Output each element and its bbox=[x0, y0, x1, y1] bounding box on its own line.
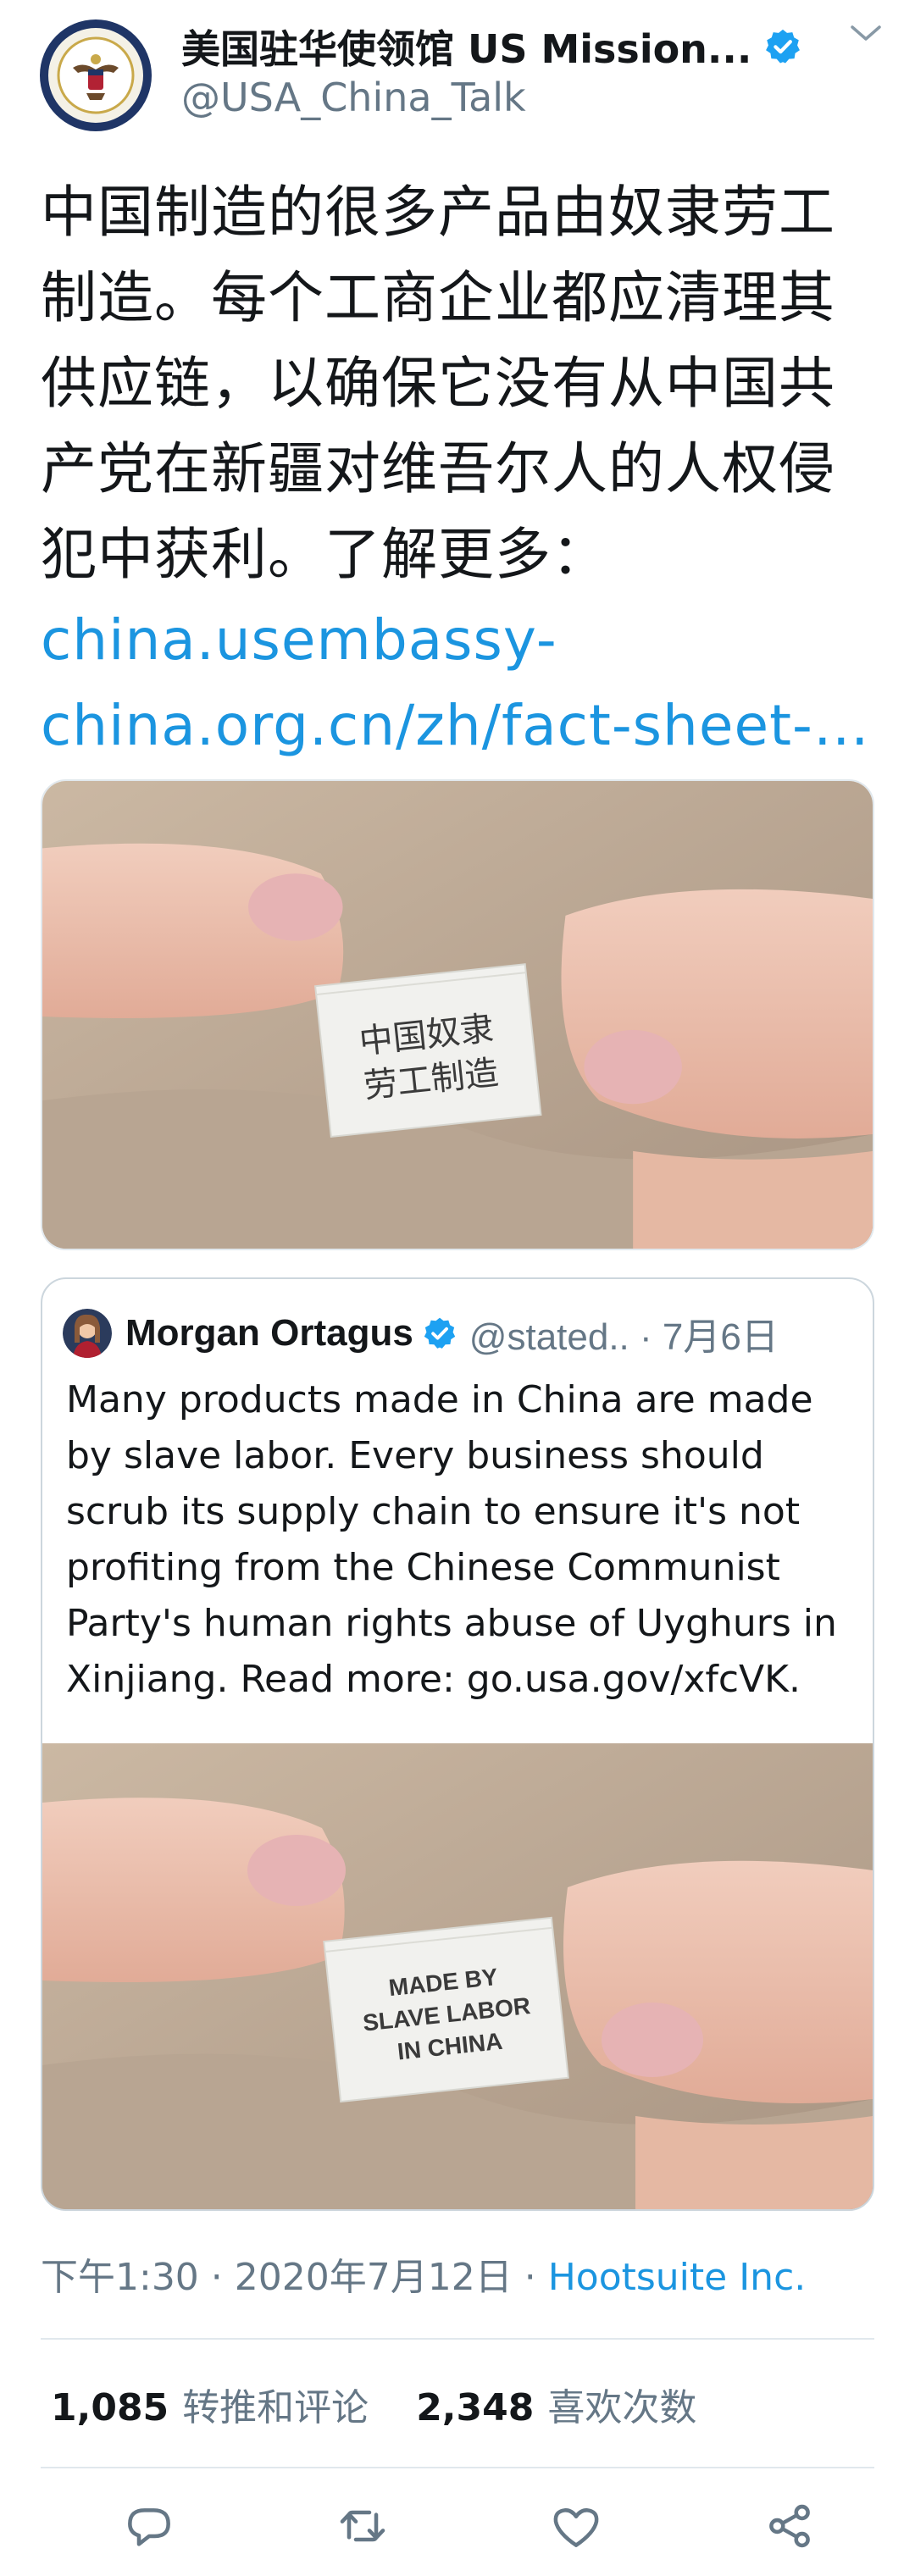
retweet-button[interactable] bbox=[336, 2499, 390, 2553]
quoted-handle-date: @stated.. · 7月6日 bbox=[469, 1316, 779, 1358]
author-avatar[interactable] bbox=[39, 19, 152, 132]
like-icon bbox=[553, 2508, 599, 2547]
reply-icon bbox=[128, 2508, 170, 2546]
action-bar bbox=[0, 2490, 915, 2567]
clothing-label-photo: 中国奴隶 劳工制造 bbox=[42, 781, 873, 1249]
clothing-label-photo-en: MADE BY SLAVE LABOR IN CHINA bbox=[42, 1743, 873, 2209]
likes-count: 2,348 bbox=[416, 2386, 535, 2429]
quoted-tweet[interactable]: Morgan Ortagus @stated.. · 7月6日 Many pro… bbox=[41, 1277, 874, 2211]
share-icon bbox=[769, 2504, 810, 2548]
retweets-count: 1,085 bbox=[51, 2386, 169, 2429]
quoted-author-name: Morgan Ortagus bbox=[125, 1312, 413, 1354]
tweet-time: 下午1:30 · 2020年7月12日 · bbox=[41, 2256, 548, 2299]
quoted-text: Many products made in China are made by … bbox=[66, 1378, 837, 1701]
author-handle[interactable]: @USA_China_Talk bbox=[181, 75, 526, 120]
verified-badge-icon bbox=[424, 1317, 455, 1349]
tweet-source[interactable]: Hootsuite Inc. bbox=[548, 2256, 807, 2299]
state-department-seal-icon bbox=[40, 19, 152, 131]
share-button[interactable] bbox=[762, 2499, 817, 2553]
likes-label: 喜欢次数 bbox=[547, 2386, 697, 2429]
chevron-down-icon[interactable] bbox=[847, 20, 884, 46]
verified-badge-icon bbox=[766, 29, 801, 64]
tweet-link[interactable]: china.usembassy-china.org.cn/zh/fact-she… bbox=[41, 607, 870, 758]
like-button[interactable] bbox=[549, 2499, 603, 2553]
tweet-text: 中国制造的很多产品由奴隶劳工制造。每个工商企业都应清理其供应链，以确保它没有从中… bbox=[41, 169, 888, 768]
reply-button[interactable] bbox=[122, 2499, 176, 2553]
divider bbox=[41, 2467, 874, 2468]
retweets-stat[interactable]: 1,085 转推和评论 bbox=[51, 2377, 369, 2431]
tweet-image[interactable]: 中国奴隶 劳工制造 bbox=[41, 779, 874, 1250]
quoted-author-avatar bbox=[63, 1309, 112, 1358]
tweet-meta: 下午1:30 · 2020年7月12日 · Hootsuite Inc. bbox=[41, 2246, 806, 2301]
tweet-body: 中国制造的很多产品由奴隶劳工制造。每个工商企业都应清理其供应链，以确保它没有从中… bbox=[41, 180, 835, 587]
retweets-label: 转推和评论 bbox=[182, 2386, 369, 2429]
quoted-image[interactable]: MADE BY SLAVE LABOR IN CHINA bbox=[42, 1743, 873, 2209]
tweet-header: 美国驻华使领馆 US Mission... @USA_China_Talk bbox=[0, 0, 915, 144]
author-name[interactable]: 美国驻华使领馆 US Mission... bbox=[181, 19, 751, 75]
retweet-icon bbox=[340, 2510, 385, 2542]
likes-stat[interactable]: 2,348 喜欢次数 bbox=[416, 2377, 696, 2431]
divider bbox=[41, 2338, 874, 2340]
tweet-stats: 1,085 转推和评论 2,348 喜欢次数 bbox=[51, 2377, 744, 2431]
